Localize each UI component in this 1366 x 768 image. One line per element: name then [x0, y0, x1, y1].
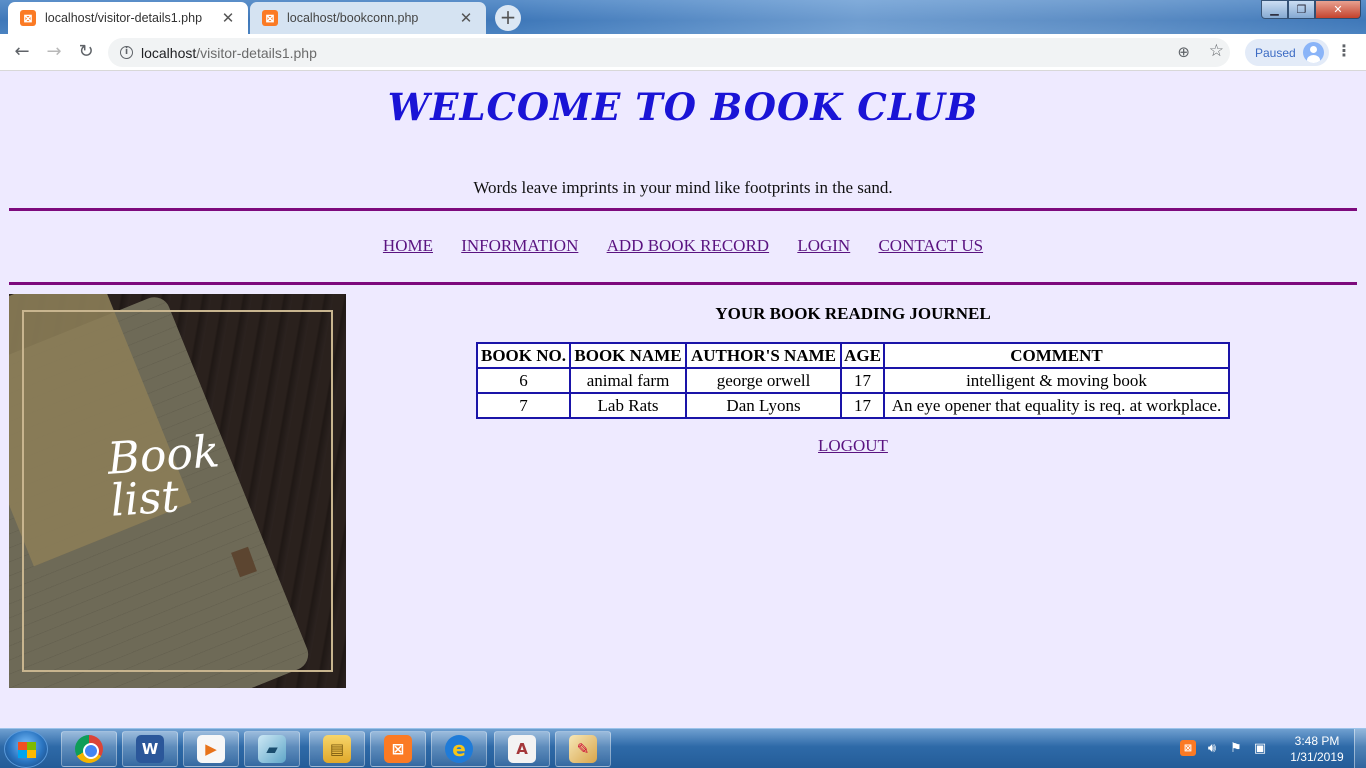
table-cell: 17	[840, 392, 885, 419]
reload-icon[interactable]: ↻	[74, 41, 98, 63]
magnifier-icon: ▰	[258, 735, 286, 763]
address-bar[interactable]: i localhost/visitor-details1.php ⊕ ☆	[108, 38, 1230, 67]
logout-link[interactable]: LOGOUT	[818, 436, 888, 455]
column-header: COMMENT	[883, 342, 1230, 369]
taskbar-access[interactable]: A	[494, 731, 550, 767]
table-cell: george orwell	[685, 367, 842, 394]
new-tab-button[interactable]: +	[495, 5, 521, 31]
show-desktop-button[interactable]	[1354, 729, 1366, 768]
star-icon[interactable]: ☆	[1209, 41, 1224, 61]
clock-time: 3:48 PM	[1294, 734, 1340, 748]
tab-bookconn[interactable]: ⊠ localhost/bookconn.php ✕	[250, 2, 486, 34]
table-cell: Dan Lyons	[685, 392, 842, 419]
clock-date: 1/31/2019	[1290, 750, 1344, 764]
access-icon: A	[508, 735, 536, 763]
media-player-icon: ▶	[197, 735, 225, 763]
taskbar: W ▶ ▰ ▤ ⊠ e A ✎ ⊠ 🔊︎ ⚑ ▣ 3:48 PM 1/31/20…	[0, 728, 1366, 768]
column-header: AUTHOR'S NAME	[685, 342, 842, 369]
journal-title: YOUR BOOK READING JOURNEL	[715, 304, 991, 323]
table-header-row: BOOK NO. BOOK NAME AUTHOR'S NAME AGE COM…	[476, 342, 1230, 369]
volume-icon[interactable]: 🔊︎	[1204, 740, 1220, 756]
zoom-icon[interactable]: ⊕	[1177, 43, 1190, 61]
table-cell: 6	[476, 367, 571, 394]
back-arrow-icon[interactable]: ←	[10, 41, 34, 63]
xampp-tray-icon[interactable]: ⊠	[1180, 740, 1196, 756]
close-tab-icon[interactable]: ✕	[458, 9, 474, 27]
url-host: localhost	[141, 44, 197, 61]
table-cell: animal farm	[569, 367, 687, 394]
site-tagline: Words leave imprints in your mind like f…	[473, 178, 893, 197]
close-tab-icon[interactable]: ✕	[220, 9, 236, 27]
profile-status: Paused	[1255, 45, 1296, 60]
start-button[interactable]	[4, 730, 48, 768]
xampp-favicon-icon: ⊠	[20, 10, 36, 26]
taskbar-internet-explorer[interactable]: e	[431, 731, 487, 767]
taskbar-chrome[interactable]	[61, 731, 117, 767]
tab-title: localhost/bookconn.php	[287, 11, 419, 25]
logout-container: LOGOUT	[476, 436, 1230, 456]
profile-button[interactable]: Paused	[1245, 39, 1329, 66]
flag-icon[interactable]: ⚑	[1228, 740, 1244, 756]
table-cell: An eye opener that equality is req. at w…	[883, 392, 1230, 419]
web-page: WELCOME TO BOOK CLUB Words leave imprint…	[0, 71, 1366, 728]
word-icon: W	[136, 735, 164, 763]
xampp-icon: ⊠	[384, 735, 412, 763]
taskbar-word[interactable]: W	[122, 731, 178, 767]
tab-title: localhost/visitor-details1.php	[45, 11, 203, 25]
book-list-image: Book list	[9, 294, 346, 688]
column-header: BOOK NO.	[476, 342, 571, 369]
nav-contact-us[interactable]: CONTACT US	[878, 236, 983, 255]
table-cell: intelligent & moving book	[883, 367, 1230, 394]
system-tray: ⊠ 🔊︎ ⚑ ▣	[1180, 740, 1268, 756]
taskbar-magnifier[interactable]: ▰	[244, 731, 300, 767]
table-row: 7 Lab Rats Dan Lyons 17 An eye opener th…	[476, 392, 1230, 419]
forward-arrow-icon[interactable]: →	[42, 41, 66, 63]
book-list-lettering: Book list	[105, 426, 222, 527]
table-cell: 17	[840, 367, 885, 394]
nav-login[interactable]: LOGIN	[797, 236, 850, 255]
xampp-favicon-icon: ⊠	[262, 10, 278, 26]
url-path: /visitor-details1.php	[196, 44, 317, 61]
column-header: AGE	[840, 342, 885, 369]
table-cell: 7	[476, 392, 571, 419]
windows-logo-icon	[18, 742, 36, 758]
site-nav: HOME INFORMATION ADD BOOK RECORD LOGIN C…	[0, 236, 1366, 256]
table-row: 6 animal farm george orwell 17 intellige…	[476, 367, 1230, 394]
browser-titlebar: ⊠ localhost/visitor-details1.php ✕ ⊠ loc…	[0, 0, 1366, 34]
menu-icon[interactable]: ⋮	[1336, 41, 1352, 60]
internet-explorer-icon: e	[445, 735, 473, 763]
column-header: BOOK NAME	[569, 342, 687, 369]
taskbar-media-player[interactable]: ▶	[183, 731, 239, 767]
minimize-button[interactable]: ▁	[1261, 0, 1288, 19]
nav-information[interactable]: INFORMATION	[461, 236, 578, 255]
nav-home[interactable]: HOME	[383, 236, 433, 255]
info-icon[interactable]: i	[120, 46, 133, 59]
nav-add-book-record[interactable]: ADD BOOK RECORD	[607, 236, 769, 255]
tab-visitor-details[interactable]: ⊠ localhost/visitor-details1.php ✕	[8, 2, 248, 34]
close-window-button[interactable]: ✕	[1315, 0, 1361, 19]
avatar-icon	[1303, 42, 1324, 63]
book-journal-table: BOOK NO. BOOK NAME AUTHOR'S NAME AGE COM…	[476, 342, 1230, 419]
folder-icon: ▤	[323, 735, 351, 763]
taskbar-paint[interactable]: ✎	[555, 731, 611, 767]
maximize-button[interactable]: ❐	[1288, 0, 1315, 19]
taskbar-clock[interactable]: 3:48 PM 1/31/2019	[1284, 733, 1350, 765]
chrome-icon	[75, 735, 103, 763]
site-title: WELCOME TO BOOK CLUB	[387, 85, 979, 129]
table-cell: Lab Rats	[569, 392, 687, 419]
paint-icon: ✎	[569, 735, 597, 763]
taskbar-file-explorer[interactable]: ▤	[309, 731, 365, 767]
divider-top	[9, 208, 1357, 211]
network-icon[interactable]: ▣	[1252, 740, 1268, 756]
divider-bottom	[9, 282, 1357, 285]
browser-toolbar: ← → ↻ i localhost/visitor-details1.php ⊕…	[0, 34, 1366, 71]
taskbar-xampp[interactable]: ⊠	[370, 731, 426, 767]
